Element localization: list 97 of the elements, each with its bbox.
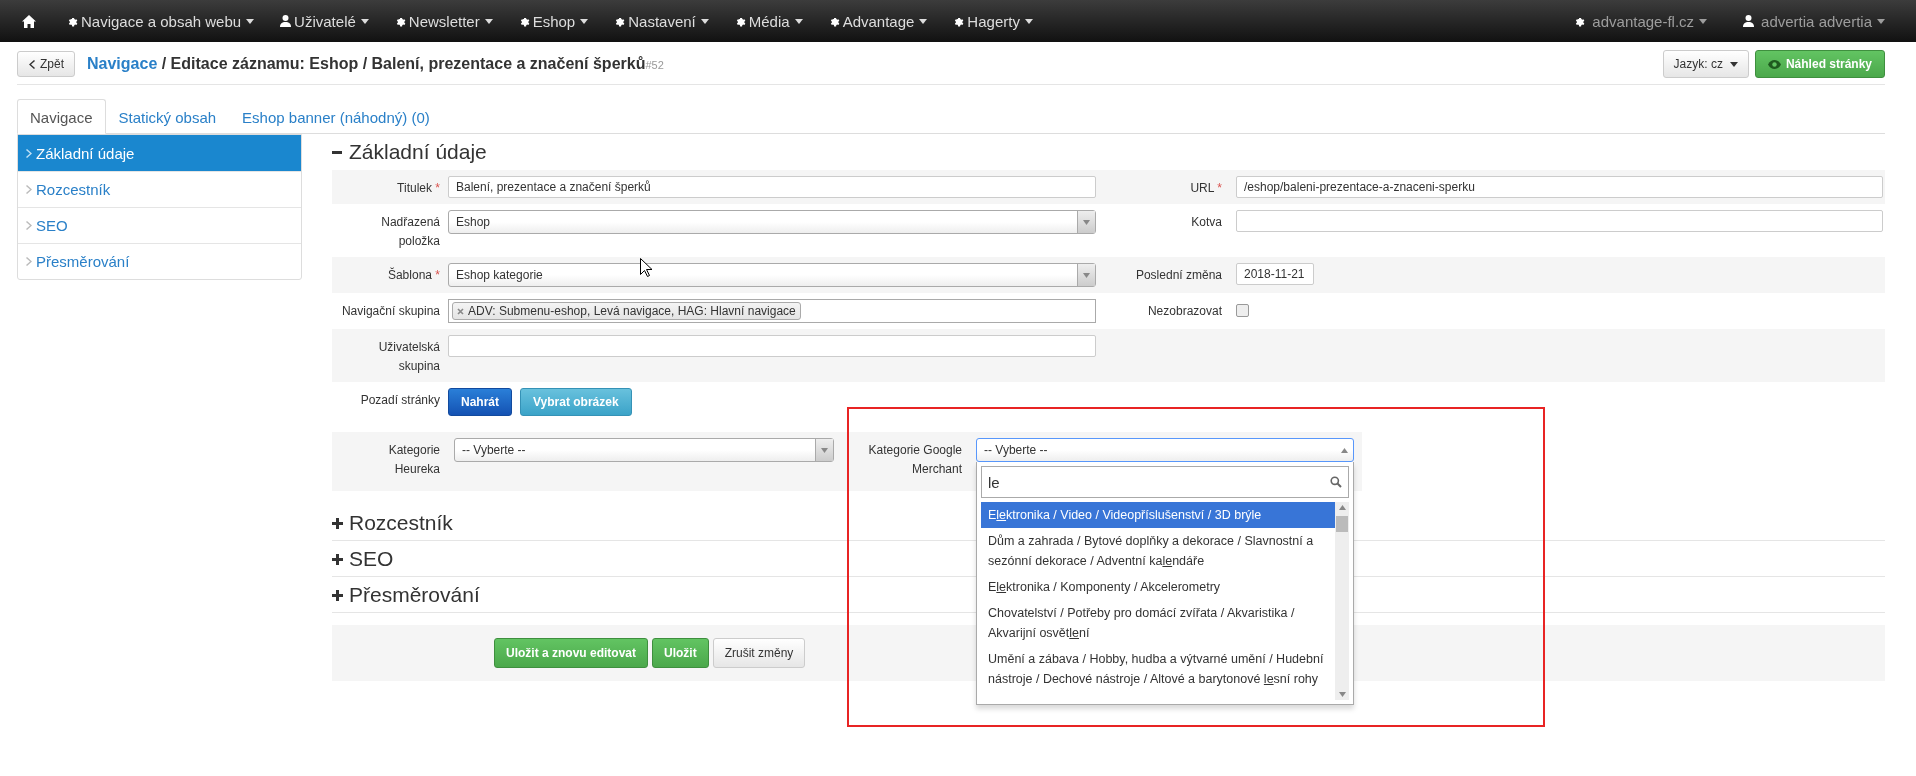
eye-icon — [1767, 59, 1781, 69]
caret-icon — [1877, 18, 1885, 24]
nav-menu[interactable]: Nastavení — [601, 0, 722, 42]
dropdown-option[interactable]: Dům a zahrada / Bytové doplňky a dekorace / Slavnostní a sezónní dekorace / Adventní kalendáře — [981, 528, 1335, 574]
checkbox[interactable] — [1236, 304, 1249, 317]
date-field[interactable]: 2018-11-21 — [1236, 263, 1314, 285]
nav-menu[interactable]: Newsletter — [381, 0, 506, 42]
user-icon — [280, 15, 292, 27]
field-label: Uživatelská skupina — [377, 339, 440, 375]
gear-icon — [734, 15, 746, 27]
gear-icon — [828, 15, 840, 27]
back-button[interactable]: Zpět — [17, 51, 75, 77]
caret-icon — [1338, 692, 1346, 697]
chevron-icon — [26, 257, 32, 266]
breadcrumb-link[interactable]: Navigace — [87, 55, 158, 72]
text-field[interactable]: Balení, prezentace a značení šperků — [448, 176, 1096, 198]
remove-icon[interactable] — [457, 307, 464, 315]
caret-icon — [360, 18, 369, 24]
field-label: Navigační skupina — [340, 303, 440, 320]
caret-icon — [1083, 219, 1090, 225]
plus-icon — [332, 517, 343, 529]
plus-icon — [332, 589, 343, 601]
field-label: Nezobrazovat — [1146, 303, 1222, 320]
section-header[interactable]: Základní údaje — [332, 140, 487, 164]
save-button[interactable]: Zrušit změny — [712, 638, 806, 668]
select-field[interactable]: -- Vyberte -- — [454, 438, 834, 462]
upload-button[interactable]: Nahrát — [448, 388, 512, 416]
tab[interactable]: Eshop banner (náhodný) (0) — [229, 99, 443, 134]
dropdown-option[interactable]: Elektronika / Komponenty / Akcelerometry — [981, 574, 1335, 600]
gear-icon — [67, 15, 78, 27]
caret-icon — [700, 18, 709, 24]
section-header[interactable]: SEO — [332, 547, 394, 571]
nav-menu[interactable]: Uživatelé — [267, 0, 382, 42]
sidebar-item[interactable]: Rozcestník — [18, 171, 301, 207]
chevron-icon — [26, 221, 32, 230]
caret-icon — [246, 18, 255, 24]
tab[interactable]: Statický obsah — [105, 99, 230, 134]
caret-icon — [484, 18, 493, 24]
dropdown-option[interactable]: Chovatelství / Potřeby pro domácí zvířata / Akvaristika / Akvarijní osvětlení — [981, 600, 1335, 646]
gear-icon — [614, 15, 626, 27]
caret-icon — [1338, 505, 1346, 510]
user-icon — [1743, 15, 1755, 27]
tab[interactable]: Navigace — [17, 99, 106, 134]
nav-menu[interactable]: advertia advertia — [1730, 0, 1898, 42]
home-icon — [22, 14, 36, 28]
nav-menu[interactable]: Eshop — [505, 0, 602, 42]
caret-icon — [919, 18, 928, 24]
section-header[interactable]: Rozcestník — [332, 511, 453, 535]
gear-icon — [1574, 15, 1586, 27]
scrollbar[interactable] — [1335, 502, 1349, 700]
field-label: Kategorie Google Merchant — [867, 442, 962, 478]
caret-icon — [1024, 18, 1033, 24]
caret-icon — [1341, 447, 1348, 453]
caret-icon — [821, 447, 828, 453]
nav-menu[interactable]: advantage-fl.cz — [1561, 0, 1721, 42]
chevron-icon — [26, 149, 32, 158]
chevron-icon — [26, 185, 32, 194]
text-field[interactable]: /eshop/baleni-prezentace-a-znaceni-sperku — [1236, 176, 1883, 198]
nav-menu[interactable]: Média — [721, 0, 816, 42]
scrollbar-thumb[interactable] — [1336, 516, 1348, 532]
field-label: Pozadí stránky — [359, 392, 440, 409]
caret-icon — [1083, 272, 1090, 278]
tag: ADV: Submenu-eshop, Levá navigace, HAG: Hlavní navigace — [452, 302, 801, 320]
sidebar-item[interactable]: SEO — [18, 207, 301, 243]
language-dropdown[interactable]: Jazyk: cz — [1662, 50, 1749, 78]
nav-menu[interactable]: Navigace a obsah webu — [54, 0, 268, 42]
dropdown-option[interactable]: Umění a zábava / Hobby, hudba a výtvarné umění / Hudební nástroje / Dechové nástroje / Altové a barytonové lesní rohy — [981, 646, 1335, 692]
sidebar-item[interactable]: Přesměrování — [18, 243, 301, 279]
field-label: Kategorie Heureka — [387, 442, 440, 478]
gear-icon — [953, 15, 965, 27]
field-label: Nadřazená položka — [380, 214, 440, 250]
nav-menu[interactable]: Advantage — [815, 0, 941, 42]
field-label: Kotva — [1190, 214, 1222, 231]
caret-icon — [580, 18, 589, 24]
nav-menu[interactable]: Hagerty — [940, 0, 1046, 42]
plus-icon — [332, 553, 343, 565]
sidebar-item[interactable]: Základní údaje — [18, 135, 301, 171]
chevron-icon — [28, 59, 35, 69]
field-label: Poslední změna — [1134, 267, 1222, 284]
field-label: Titulek * — [396, 180, 440, 197]
gear-icon — [394, 15, 406, 27]
text-field[interactable] — [1236, 210, 1883, 232]
tag-field[interactable]: ADV: Submenu-eshop, Levá navigace, HAG: Hlavní navigace — [448, 299, 1096, 323]
caret-icon — [1699, 18, 1708, 24]
page-title: Navigace / Editace záznamu: Eshop / Balení, prezentace a značení šperků#52 — [87, 55, 664, 73]
caret-icon — [794, 18, 803, 24]
text-field[interactable] — [448, 335, 1096, 357]
dropdown-option[interactable]: Elektronika / Video / Videopříslušenství / 3D brýle — [981, 502, 1335, 528]
search-icon — [1330, 476, 1342, 488]
field-label: Šablona * — [386, 266, 440, 284]
caret-icon — [1729, 61, 1738, 67]
gear-icon — [518, 15, 530, 27]
field-label: URL * — [1189, 180, 1222, 197]
search-field[interactable]: le — [981, 466, 1349, 498]
select-field[interactable]: Eshop kategorie — [448, 263, 1096, 287]
section-header[interactable]: Přesměrování — [332, 583, 480, 607]
select-field[interactable]: Eshop — [448, 210, 1096, 234]
